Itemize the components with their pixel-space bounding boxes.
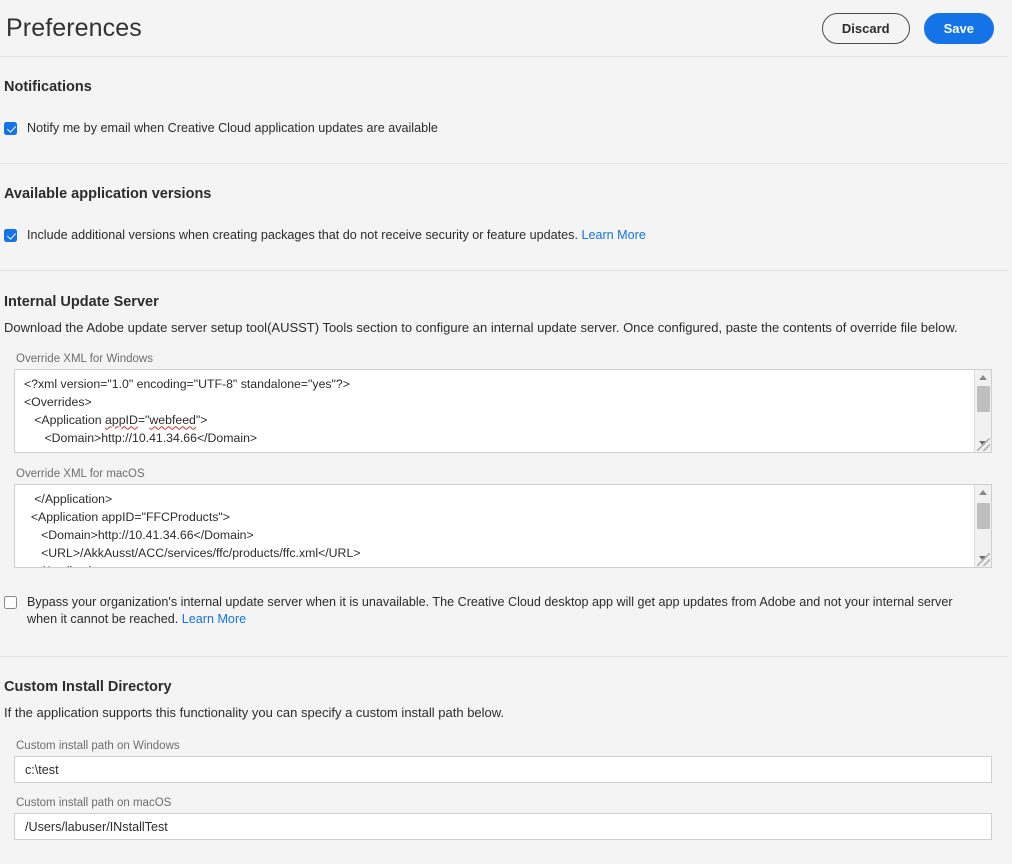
- scrollbar-thumb[interactable]: [976, 385, 990, 412]
- xml-win-line-1: <?xml version="1.0" encoding="UTF-8" sta…: [24, 376, 350, 391]
- bypass-server-text: Bypass your organization's internal upda…: [27, 594, 953, 627]
- override-xml-macos-label: Override XML for macOS: [16, 467, 145, 480]
- xml-mac-line-5: </Application>: [24, 564, 112, 567]
- save-button[interactable]: Save: [923, 12, 994, 44]
- include-additional-versions-checkbox[interactable]: [4, 228, 17, 242]
- available-versions-title: Available application versions: [4, 185, 212, 202]
- xml-win-line-3-attr: appID: [105, 412, 138, 427]
- custom-install-description: If the application supports this functio…: [4, 705, 505, 721]
- xml-mac-line-3: <Domain>http://10.41.34.66</Domain>: [24, 527, 254, 542]
- xml-win-line-3-post: ">: [195, 412, 208, 427]
- page-header: Preferences Discard Save: [0, 0, 1012, 56]
- xml-mac-line-1: </Application>: [24, 491, 113, 506]
- xml-win-line-3-mid: =": [137, 412, 150, 427]
- xml-win-line-3-value: webfeed: [149, 412, 196, 427]
- custom-install-title: Custom Install Directory: [4, 679, 172, 696]
- notifications-title: Notifications: [4, 79, 92, 95]
- include-additional-versions-text: Include additional versions when creatin…: [27, 227, 578, 242]
- custom-install-windows-label: Custom install path on Windows: [16, 740, 180, 753]
- xml-mac-line-4: <URL>/AkkAusst/ACC/services/ffc/products…: [24, 545, 361, 560]
- include-additional-versions-label: Include additional versions when creatin…: [27, 227, 646, 245]
- header-actions: Discard Save: [821, 12, 994, 44]
- page-title: Preferences: [6, 13, 142, 42]
- custom-install-macos-input[interactable]: /Users/labuser/INstallTest: [14, 813, 992, 841]
- scrollbar-track[interactable]: [974, 500, 991, 551]
- notify-email-label: Notify me by email when Creative Cloud a…: [27, 121, 438, 135]
- override-xml-windows-textarea[interactable]: <?xml version="1.0" encoding="UTF-8" sta…: [14, 368, 992, 453]
- override-xml-windows-content[interactable]: <?xml version="1.0" encoding="UTF-8" sta…: [15, 370, 991, 452]
- scrollbar-thumb[interactable]: [976, 502, 990, 529]
- override-xml-macos-content[interactable]: </Application> <Application appID="FFCPr…: [15, 485, 991, 567]
- notifications-section: Notifications Notify me by email when Cr…: [0, 57, 1012, 138]
- internal-update-server-section: Internal Update Server Download the Adob…: [0, 271, 1012, 630]
- xml-win-line-2: <Overrides>: [24, 394, 92, 409]
- custom-install-macos-label: Custom install path on macOS: [16, 797, 172, 810]
- bypass-server-row[interactable]: Bypass your organization's internal upda…: [2, 594, 1002, 630]
- bypass-server-checkbox[interactable]: [4, 595, 17, 609]
- notify-email-row[interactable]: Notify me by email when Creative Cloud a…: [2, 120, 1002, 138]
- scrollbar-track[interactable]: [974, 385, 991, 436]
- include-additional-versions-row[interactable]: Include additional versions when creatin…: [2, 227, 1002, 245]
- textarea-resize-handle[interactable]: [977, 552, 990, 566]
- available-versions-learn-more-link[interactable]: Learn More: [581, 228, 645, 242]
- custom-install-directory-section: Custom Install Directory If the applicat…: [0, 657, 1012, 841]
- discard-button[interactable]: Discard: [821, 12, 910, 44]
- custom-install-windows-input[interactable]: c:\test: [14, 756, 992, 784]
- scroll-up-arrow-icon[interactable]: [974, 369, 991, 386]
- override-xml-windows-label: Override XML for Windows: [16, 352, 153, 365]
- textarea-resize-handle[interactable]: [977, 437, 990, 451]
- xml-win-line-3-pre: <Application: [24, 412, 106, 427]
- scroll-up-arrow-icon[interactable]: [974, 484, 991, 501]
- override-xml-macos-textarea[interactable]: </Application> <Application appID="FFCPr…: [14, 483, 992, 568]
- notify-email-checkbox[interactable]: [4, 122, 17, 135]
- xml-win-line-4: <Domain>http://10.41.34.66</Domain>: [24, 430, 258, 445]
- available-versions-section: Available application versions Include a…: [0, 164, 1012, 245]
- xml-mac-line-2: <Application appID="FFCProducts">: [24, 509, 230, 524]
- bypass-server-label: Bypass your organization's internal upda…: [27, 594, 960, 630]
- internal-update-server-title: Internal Update Server: [4, 293, 159, 310]
- bypass-server-learn-more-link[interactable]: Learn More: [182, 612, 246, 626]
- internal-update-server-description: Download the Adobe update server setup t…: [4, 319, 958, 335]
